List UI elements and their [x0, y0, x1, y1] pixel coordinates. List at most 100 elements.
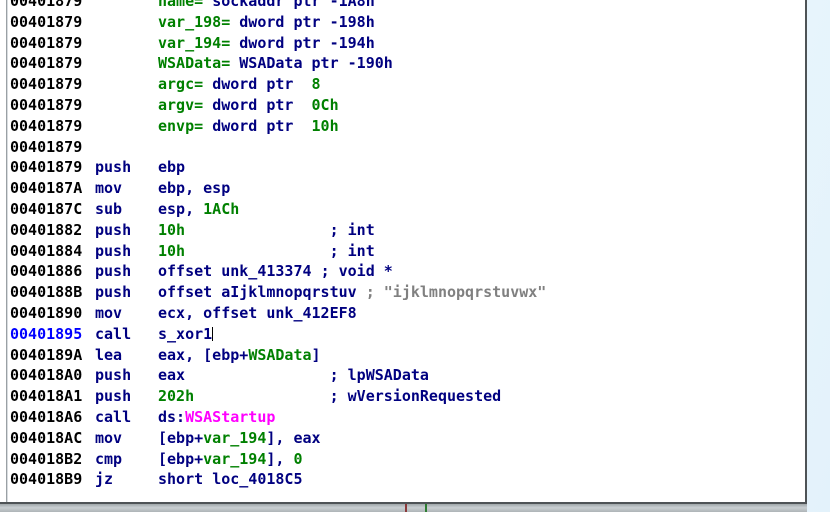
line-address: 004018AC: [10, 428, 83, 447]
token-name[interactable]: var_198=: [158, 13, 239, 31]
line-operands: esp, 1ACh: [158, 199, 239, 220]
token-sym[interactable]: unk_413374: [221, 262, 311, 280]
disassembly-client-area[interactable]: 00401879 name= sockaddr ptr -1A8h 00401879…: [0, 0, 805, 502]
line-operands: offset aIjklmnopqrstuv ; "ijklmnopqrstuv…: [158, 282, 546, 303]
disassembly-line[interactable]: 00401886 push offset unk_413374 ; void *: [10, 261, 805, 282]
line-operands: argc= dword ptr 8: [158, 74, 321, 95]
token-kw: short: [158, 470, 213, 489]
line-address: 004018A1: [10, 387, 83, 406]
token-pad: [185, 221, 330, 239]
line-address: 00401895: [10, 324, 83, 343]
line-operands: argv= dword ptr 0Ch: [158, 95, 339, 116]
token-num: 0Ch: [302, 95, 339, 114]
token-name[interactable]: name=: [158, 0, 212, 10]
disassembly-line[interactable]: 00401879 envp= dword ptr 10h: [10, 116, 805, 137]
line-address: 004018A0: [10, 366, 83, 385]
disassembly-line[interactable]: 00401884 push 10h ; int: [10, 241, 805, 262]
disassembly-listing[interactable]: 00401879 name= sockaddr ptr -1A8h 00401879…: [10, 0, 805, 490]
line-operands: eax, [ebp+WSAData]: [158, 345, 321, 366]
line-address: 00401879: [10, 158, 83, 177]
disassembly-line[interactable]: 004018A1 push 202h ; wVersionRequested: [10, 386, 805, 407]
token-name[interactable]: WSAData: [248, 346, 311, 364]
line-operands: 10h ; int: [158, 220, 375, 241]
token-name[interactable]: argv=: [158, 96, 212, 114]
line-address: 00401879: [10, 0, 83, 10]
line-mnemonic: push: [95, 220, 132, 239]
token-name[interactable]: var_194: [203, 450, 266, 468]
token-name[interactable]: envp=: [158, 117, 212, 135]
token-num: 0: [293, 449, 303, 468]
token-impfn[interactable]: WSAStartup: [185, 408, 275, 426]
disassembly-line[interactable]: 0040187A mov ebp, esp: [10, 178, 805, 199]
token-num: 10h: [158, 241, 186, 260]
navigation-band[interactable]: [0, 504, 807, 512]
disassembly-line[interactable]: 00401895 call s_xor1: [10, 324, 805, 345]
line-operands: eax ; lpWSAData: [158, 365, 429, 386]
token-name[interactable]: var_194: [203, 429, 266, 447]
token-sym[interactable]: unk_412EF8: [266, 304, 356, 322]
line-mnemonic: push: [95, 283, 132, 302]
line-operands: [ebp+var_194], 0: [158, 449, 303, 470]
disassembly-line[interactable]: 00401890 mov ecx, offset unk_412EF8: [10, 303, 805, 324]
line-operands: name= sockaddr ptr -1A8h: [158, 0, 375, 12]
line-operands: var_198= dword ptr -198h: [158, 12, 375, 33]
disassembly-line[interactable]: 00401879 argc= dword ptr 8: [10, 74, 805, 95]
token-name[interactable]: WSAData=: [158, 54, 239, 72]
disassembly-line[interactable]: 00401879 push ebp: [10, 157, 805, 178]
token-num: 202h: [158, 387, 195, 406]
line-mnemonic: push: [95, 366, 132, 385]
token-kw: eax, [ebp+: [158, 345, 249, 364]
line-address: 00401879: [10, 33, 83, 52]
disassembly-line[interactable]: 00401879: [10, 137, 805, 158]
line-operands: 10h ; int: [158, 241, 375, 262]
token-pad: [357, 283, 366, 301]
disassembly-line[interactable]: 00401879 var_194= dword ptr -194h: [10, 33, 805, 54]
line-address: 00401882: [10, 220, 83, 239]
line-address: 0040187A: [10, 179, 83, 198]
disassembly-line[interactable]: 00401882 push 10h ; int: [10, 220, 805, 241]
disassembly-line[interactable]: 00401879 argv= dword ptr 0Ch: [10, 95, 805, 116]
line-operands: offset unk_413374 ; void *: [158, 261, 393, 282]
token-cmt: ; int: [329, 220, 375, 239]
line-mnemonic: mov: [95, 428, 123, 447]
line-address: 00401879: [10, 137, 83, 156]
disassembly-line[interactable]: 004018B9 jz short loc_4018C5: [10, 469, 805, 490]
disassembly-window[interactable]: 00401879 name= sockaddr ptr -1A8h 00401879…: [0, 0, 807, 504]
disassembly-line[interactable]: 0040188B push offset aIjklmnopqrstuv ; "ij…: [10, 282, 805, 303]
line-address: 00401879: [10, 95, 83, 114]
token-pad: [194, 387, 329, 405]
token-strcmt: ; "ijklmnopqrstuvwx": [365, 283, 547, 302]
disassembly-line[interactable]: 004018A6 call ds:WSAStartup: [10, 407, 805, 428]
disassembly-line[interactable]: 004018AC mov [ebp+var_194], eax: [10, 428, 805, 449]
disassembly-line[interactable]: 0040187C sub esp, 1ACh: [10, 199, 805, 220]
line-operands: ds:WSAStartup: [158, 407, 275, 428]
disassembly-line[interactable]: 004018A0 push eax ; lpWSAData: [10, 365, 805, 386]
token-sym[interactable]: aIjklmnopqrstuv: [221, 283, 356, 301]
token-kw: sockaddr ptr -1A8h: [212, 0, 375, 10]
token-kw: eax: [158, 366, 186, 385]
nav-tick-red[interactable]: [405, 504, 407, 512]
disassembly-line[interactable]: 00401879 name= sockaddr ptr -1A8h: [10, 0, 805, 12]
line-address: 00401879: [10, 12, 83, 31]
nav-tick-green[interactable]: [425, 504, 427, 512]
line-operands: [ebp+var_194], eax: [158, 428, 321, 449]
line-mnemonic: lea: [95, 345, 123, 364]
token-pad: [312, 262, 321, 280]
disassembly-line[interactable]: 00401879 var_198= dword ptr -198h: [10, 12, 805, 33]
line-mnemonic: push: [95, 158, 132, 177]
token-name[interactable]: argc=: [158, 75, 212, 93]
line-address: 00401886: [10, 262, 83, 281]
line-operands: var_194= dword ptr -194h: [158, 33, 375, 54]
line-operands: ebp, esp: [158, 178, 230, 199]
line-operands: WSAData= WSAData ptr -190h: [158, 53, 393, 74]
token-sym[interactable]: s_xor1: [158, 325, 212, 343]
token-name[interactable]: var_194=: [158, 34, 239, 52]
token-num: 10h: [158, 220, 186, 239]
line-mnemonic: push: [95, 241, 132, 260]
disassembly-line[interactable]: 004018B2 cmp [ebp+var_194], 0: [10, 449, 805, 470]
token-kw: ebp, esp: [158, 179, 231, 198]
token-sym[interactable]: loc_4018C5: [212, 470, 302, 488]
disassembly-line[interactable]: 00401879 WSAData= WSAData ptr -190h: [10, 53, 805, 74]
disassembly-line[interactable]: 0040189A lea eax, [ebp+WSAData]: [10, 345, 805, 366]
line-address: 0040187C: [10, 199, 83, 218]
